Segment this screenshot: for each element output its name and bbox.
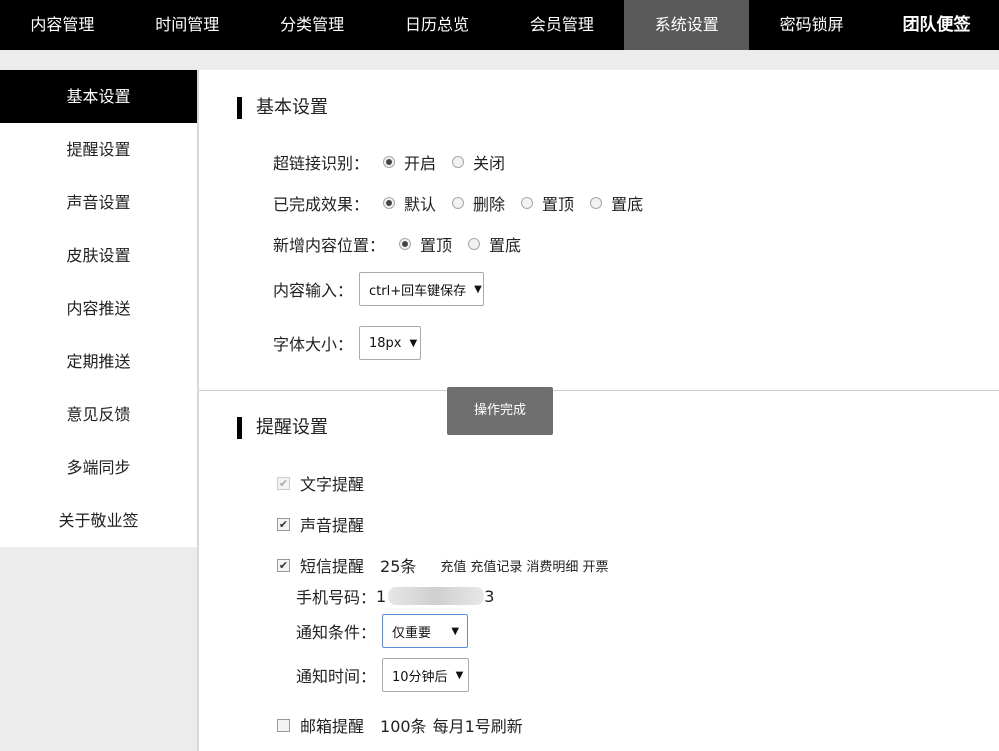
mail-refresh-note: 每月1号刷新 xyxy=(432,717,523,736)
nav-password-lock[interactable]: 密码锁屏 xyxy=(749,0,874,50)
sound-remind-row: ✔ 声音提醒 xyxy=(277,512,364,536)
phone-row: 手机号码： 1 3 xyxy=(296,584,494,608)
phone-label: 手机号码： xyxy=(296,588,377,607)
phone-blur-mask xyxy=(388,587,485,605)
link-on-radio[interactable] xyxy=(383,156,396,168)
font-size-label: 字体大小： xyxy=(273,335,354,354)
done-default-radio[interactable] xyxy=(383,197,396,209)
operation-complete-toast: 操作完成 xyxy=(447,387,553,435)
link-detect-row: 超链接识别： 开启 关闭 xyxy=(273,150,513,174)
done-delete-label[interactable]: 删除 xyxy=(473,191,505,215)
content-input-label: 内容输入： xyxy=(273,281,354,300)
font-size-row: 字体大小： 18px ▼ xyxy=(273,326,422,360)
sidebar-item-scheduled-push[interactable]: 定期推送 xyxy=(0,335,197,388)
sidebar-item-remind[interactable]: 提醒设置 xyxy=(0,123,197,176)
notify-time-value: 10分钟后 xyxy=(392,669,448,685)
notify-time-row: 通知时间： 10分钟后 ▼ xyxy=(296,658,470,692)
done-delete-radio[interactable] xyxy=(452,197,465,209)
text-remind-label: 文字提醒 xyxy=(300,475,365,494)
consume-detail-link[interactable]: 消费明细 xyxy=(526,556,578,575)
nav-calendar-overview[interactable]: 日历总览 xyxy=(375,0,500,50)
notify-condition-label: 通知条件： xyxy=(296,623,377,642)
link-off-label[interactable]: 关闭 xyxy=(473,150,505,174)
basic-settings-title: 基本设置 xyxy=(237,97,328,119)
newpos-top-radio[interactable] xyxy=(399,238,412,250)
text-remind-row: ✔ 文字提醒 xyxy=(277,471,364,495)
notify-condition-row: 通知条件： 仅重要 ▼ xyxy=(296,614,469,648)
font-size-select[interactable]: 18px ▼ xyxy=(359,326,422,360)
dropdown-arrow-icon: ▼ xyxy=(409,337,418,349)
done-top-label[interactable]: 置顶 xyxy=(542,191,574,215)
dropdown-arrow-icon: ▼ xyxy=(451,625,460,637)
mail-remind-row: 邮箱提醒 100条 每月1号刷新 xyxy=(277,713,523,737)
done-effect-label: 已完成效果： xyxy=(273,195,370,214)
nav-system-settings[interactable]: 系统设置 xyxy=(624,0,750,50)
recharge-record-link[interactable]: 充值记录 xyxy=(470,556,522,575)
sms-remind-row: ✔ 短信提醒 25条 充值 充值记录 消费明细 开票 xyxy=(277,553,608,577)
remind-settings-title: 提醒设置 xyxy=(237,417,328,439)
settings-panel: 基本设置 超链接识别： 开启 关闭 已完成效果： 默认 删除 置顶 置底 新增内… xyxy=(199,70,999,751)
sidebar-item-feedback[interactable]: 意见反馈 xyxy=(0,388,197,441)
newpos-bottom-radio[interactable] xyxy=(468,238,481,250)
done-bottom-radio[interactable] xyxy=(590,197,603,209)
text-remind-checkbox[interactable]: ✔ xyxy=(277,476,290,490)
newpos-bottom-label[interactable]: 置底 xyxy=(489,232,521,256)
dropdown-arrow-icon: ▼ xyxy=(474,283,482,295)
sidebar-item-about[interactable]: 关于敬业签 xyxy=(0,494,197,547)
nav-content-management[interactable]: 内容管理 xyxy=(0,0,125,50)
new-position-row: 新增内容位置： 置顶 置底 xyxy=(273,232,529,256)
content-input-row: 内容输入： ctrl+回车键保存 ▼ xyxy=(273,272,485,306)
notify-condition-value: 仅重要 xyxy=(392,625,432,641)
done-default-label[interactable]: 默认 xyxy=(404,191,436,215)
sidebar-item-sync[interactable]: 多端同步 xyxy=(0,441,197,494)
recharge-link[interactable]: 充值 xyxy=(440,556,466,575)
mail-count: 100条 xyxy=(380,717,427,736)
sms-remind-label: 短信提醒 xyxy=(300,557,365,576)
invoice-link[interactable]: 开票 xyxy=(582,556,608,575)
mail-remind-checkbox[interactable] xyxy=(277,718,290,732)
content-input-value: ctrl+回车键保存 xyxy=(369,283,467,299)
link-detect-label: 超链接识别： xyxy=(273,154,370,173)
phone-prefix: 1 xyxy=(376,586,387,606)
nav-category-management[interactable]: 分类管理 xyxy=(250,0,375,50)
sound-remind-checkbox[interactable]: ✔ xyxy=(277,517,290,531)
sms-count: 25条 xyxy=(380,557,417,576)
sidebar-item-skin[interactable]: 皮肤设置 xyxy=(0,229,197,282)
sidebar-item-push[interactable]: 内容推送 xyxy=(0,282,197,335)
nav-time-management[interactable]: 时间管理 xyxy=(125,0,250,50)
done-bottom-label[interactable]: 置底 xyxy=(611,191,643,215)
section-divider xyxy=(199,390,999,391)
nav-team-notes[interactable]: 团队便签 xyxy=(874,0,999,50)
notify-condition-select[interactable]: 仅重要 ▼ xyxy=(382,614,469,648)
sidebar: 基本设置 提醒设置 声音设置 皮肤设置 内容推送 定期推送 意见反馈 多端同步 … xyxy=(0,70,197,547)
done-top-radio[interactable] xyxy=(521,197,534,209)
nav-member-management[interactable]: 会员管理 xyxy=(500,0,625,50)
newpos-top-label[interactable]: 置顶 xyxy=(420,232,452,256)
top-nav: 内容管理 时间管理 分类管理 日历总览 会员管理 系统设置 密码锁屏 团队便签 xyxy=(0,0,999,50)
sidebar-item-basic[interactable]: 基本设置 xyxy=(0,70,197,123)
mail-remind-label: 邮箱提醒 xyxy=(300,717,365,736)
link-on-label[interactable]: 开启 xyxy=(404,150,436,174)
phone-suffix: 3 xyxy=(484,586,495,606)
font-size-value: 18px xyxy=(369,335,402,351)
dropdown-arrow-icon: ▼ xyxy=(455,669,464,681)
link-off-radio[interactable] xyxy=(452,156,465,168)
done-effect-row: 已完成效果： 默认 删除 置顶 置底 xyxy=(273,191,651,215)
notify-time-select[interactable]: 10分钟后 ▼ xyxy=(382,658,470,692)
sound-remind-label: 声音提醒 xyxy=(300,516,365,535)
sms-remind-checkbox[interactable]: ✔ xyxy=(277,558,290,572)
new-position-label: 新增内容位置： xyxy=(273,236,386,255)
sidebar-item-sound[interactable]: 声音设置 xyxy=(0,176,197,229)
notify-time-label: 通知时间： xyxy=(296,667,377,686)
content-input-select[interactable]: ctrl+回车键保存 ▼ xyxy=(359,272,485,306)
